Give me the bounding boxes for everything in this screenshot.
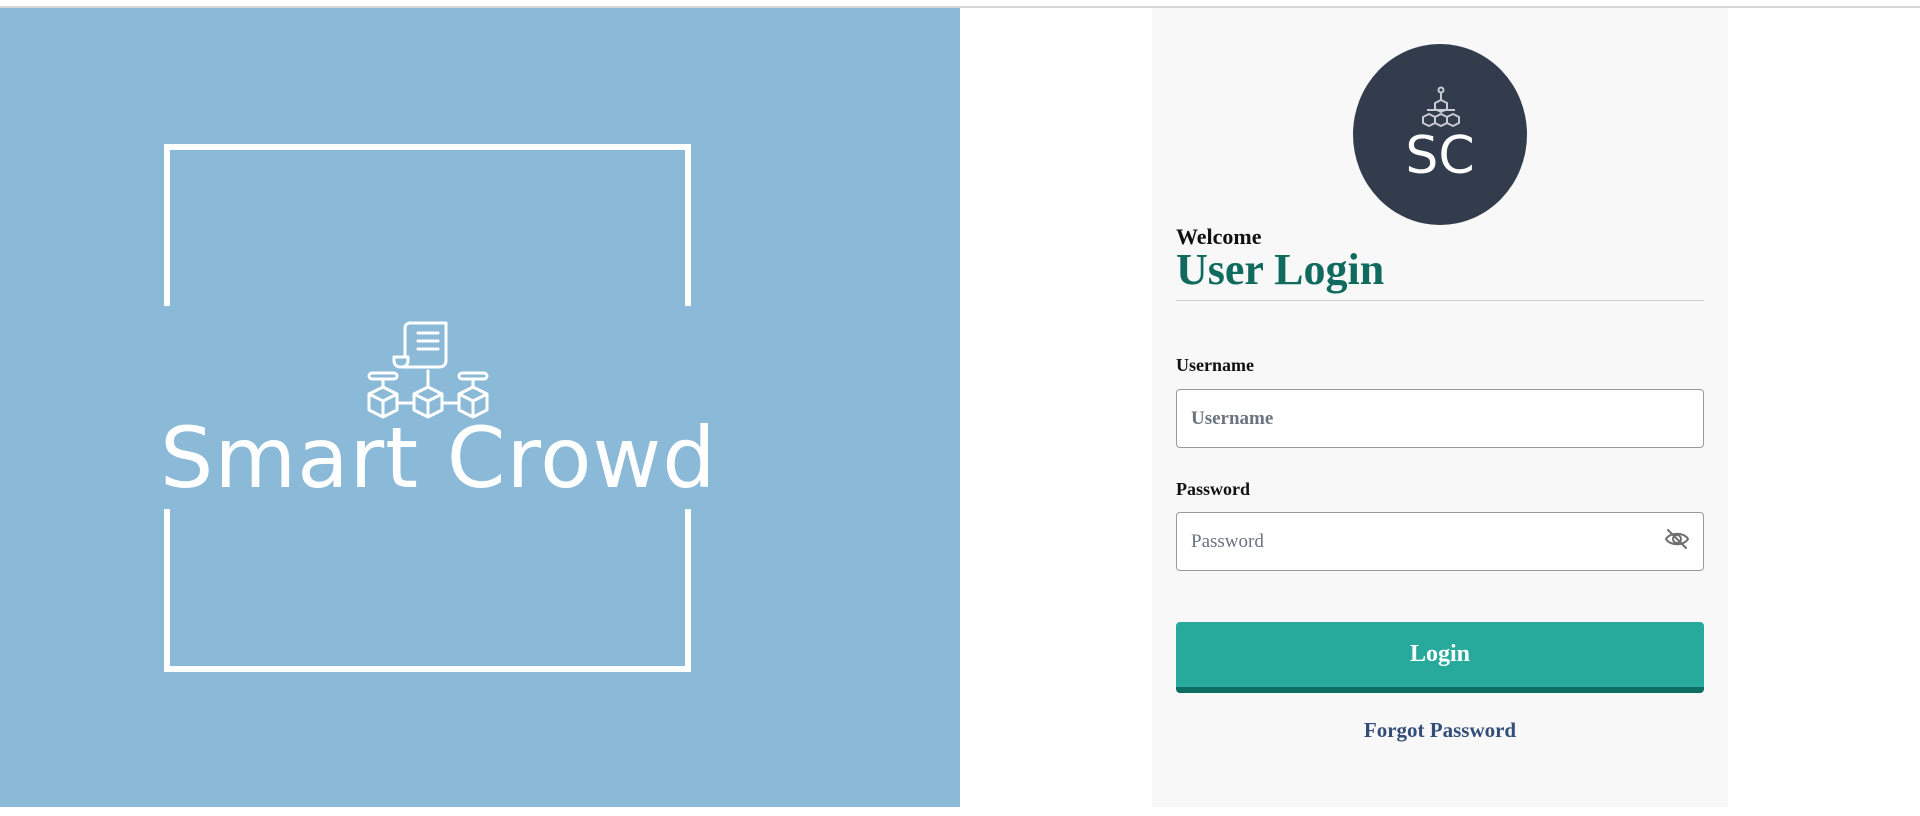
brand-panel: Smart Crowd <box>0 8 960 807</box>
eye-slash-icon[interactable] <box>1664 528 1690 550</box>
blockchain-contract-icon <box>367 321 489 419</box>
avatar-initials: SC <box>1405 126 1475 186</box>
blockchain-network-icon <box>1422 86 1460 127</box>
browser-top-border <box>0 0 1920 8</box>
forgot-password-link[interactable]: Forgot Password <box>1176 718 1704 743</box>
login-button[interactable]: Login <box>1176 622 1704 693</box>
page-title: User Login <box>1176 245 1385 294</box>
logo-frame-bottom <box>164 509 691 672</box>
avatar: SC <box>1353 44 1527 225</box>
brand-title: Smart Crowd <box>160 409 717 507</box>
password-label: Password <box>1176 479 1251 499</box>
password-input[interactable] <box>1176 512 1704 571</box>
bottom-strip <box>0 807 1920 816</box>
logo-frame-top <box>164 144 691 306</box>
username-label: Username <box>1176 355 1254 375</box>
username-input[interactable] <box>1176 389 1704 448</box>
heading-divider <box>1176 300 1704 301</box>
